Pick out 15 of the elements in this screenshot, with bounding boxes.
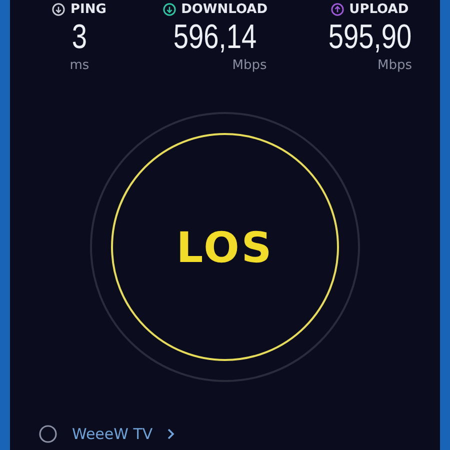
provider-link[interactable]: WeeeW TV	[72, 425, 153, 443]
chevron-icon	[166, 428, 175, 440]
go-button[interactable]: LOS	[111, 133, 339, 361]
speed-icon	[52, 3, 66, 16]
metric-label: UPLOAD	[349, 2, 409, 17]
metric-label: DOWNLOAD	[181, 2, 268, 17]
speed-icon	[163, 3, 176, 16]
metric-unit: Mbps	[378, 58, 412, 73]
metric-label: PING	[70, 2, 106, 17]
metric-value: 596,14	[174, 17, 257, 58]
metric-value: 3	[72, 17, 87, 58]
metric-unit: Mbps	[232, 58, 267, 73]
speed-icon	[331, 3, 344, 16]
metric-value: 595,90	[328, 17, 412, 58]
metric-unit: ms	[70, 58, 90, 73]
